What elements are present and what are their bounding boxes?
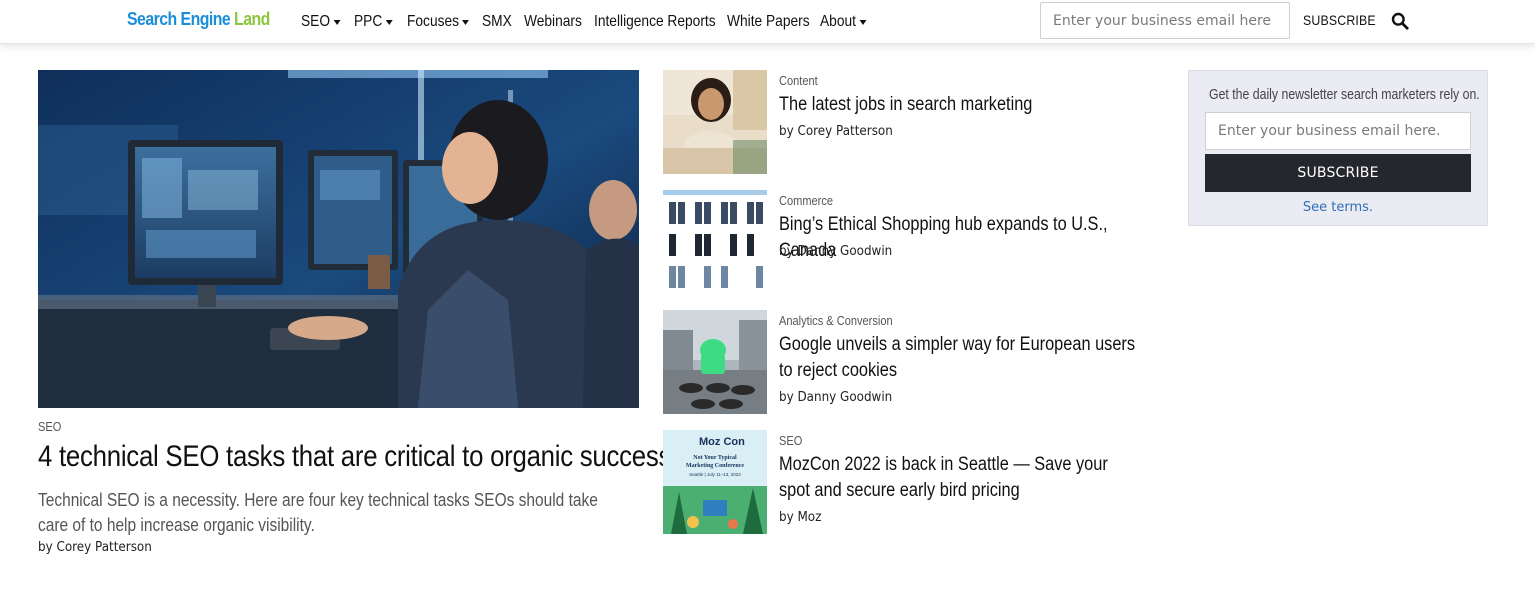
hero-category[interactable]: SEO — [38, 419, 61, 434]
article-title[interactable]: The latest jobs in search marketing — [779, 92, 1140, 118]
site-logo[interactable]: Search Engine Land — [127, 9, 270, 30]
search-icon[interactable] — [1391, 12, 1409, 30]
thumb-android-statue — [663, 310, 767, 414]
thumb-shopping-grid — [663, 190, 767, 294]
nav-label: PPC — [354, 13, 383, 30]
hero-title[interactable]: 4 technical SEO tasks that are critical … — [38, 440, 671, 474]
nav-item-focuses[interactable]: Focuses — [407, 13, 472, 31]
article-byline: by Danny Goodwin — [779, 244, 893, 259]
header-email-input[interactable] — [1040, 2, 1290, 39]
newsletter-subscribe-button[interactable]: SUBSCRIBE — [1205, 154, 1471, 192]
mozcon-logo-text: Moz Con — [699, 436, 745, 448]
nav-label: About — [820, 13, 856, 30]
article-category[interactable]: Commerce — [779, 193, 833, 208]
article-item: Analytics & Conversion Google unveils a … — [663, 310, 1163, 414]
see-terms-link[interactable]: See terms. — [1189, 200, 1487, 215]
article-category[interactable]: Content — [779, 73, 818, 88]
mozcon-tagline-2: Marketing Conference — [686, 463, 744, 469]
thumb-photo-woman — [663, 70, 767, 174]
article-byline: by Moz — [779, 510, 822, 525]
article-item: Content The latest jobs in search market… — [663, 70, 1163, 174]
article-title[interactable]: MozCon 2022 is back in Seattle — Save yo… — [779, 452, 1140, 504]
site-header: Search Engine Land SEO PPC Focuses SMX W… — [0, 0, 1535, 44]
newsletter-email-input[interactable] — [1205, 112, 1471, 150]
main-nav: SEO PPC Focuses SMX Webinars Intelligenc… — [301, 0, 880, 44]
hero-photo-office-illustration — [38, 70, 639, 408]
article-title[interactable]: Google unveils a simpler way for Europea… — [779, 332, 1140, 384]
article-thumbnail[interactable] — [663, 190, 767, 294]
nav-item-about[interactable]: About — [820, 13, 872, 31]
caret-down-icon — [462, 20, 470, 25]
header-subscribe-button[interactable]: SUBSCRIBE — [1303, 12, 1376, 28]
article-thumbnail[interactable] — [663, 70, 767, 174]
article-byline: by Danny Goodwin — [779, 390, 893, 405]
nav-label: White Papers — [727, 13, 810, 30]
logo-text-primary: Search Engine — [127, 9, 235, 29]
nav-label: Focuses — [407, 13, 460, 30]
nav-item-ppc[interactable]: PPC — [354, 13, 400, 31]
hero-image[interactable] — [38, 70, 639, 408]
nav-label: Webinars — [524, 13, 582, 30]
article-byline: by Corey Patterson — [779, 124, 893, 139]
hero-description: Technical SEO is a necessity. Here are f… — [38, 490, 598, 535]
nav-label: SEO — [301, 13, 331, 30]
nav-label: Intelligence Reports — [594, 13, 716, 30]
hero-byline: by Corey Patterson — [38, 540, 152, 555]
mozcon-tagline-1: Not Your Typical — [693, 455, 737, 461]
article-thumbnail[interactable]: Moz Con Not Your Typical Marketing Confe… — [663, 430, 767, 534]
caret-down-icon — [385, 20, 393, 25]
article-category[interactable]: SEO — [779, 433, 802, 448]
article-item: Commerce Bing’s Ethical Shopping hub exp… — [663, 190, 1163, 294]
nav-item-seo[interactable]: SEO — [301, 13, 347, 31]
thumb-mozcon-banner: Moz Con Not Your Typical Marketing Confe… — [663, 430, 767, 534]
nav-item-smx[interactable]: SMX — [482, 13, 518, 31]
newsletter-text: Get the daily newsletter search marketer… — [1209, 86, 1480, 103]
nav-item-white-papers[interactable]: White Papers — [727, 13, 810, 31]
article-thumbnail[interactable] — [663, 310, 767, 414]
nav-item-webinars[interactable]: Webinars — [524, 13, 584, 31]
caret-down-icon — [859, 20, 867, 25]
nav-item-intelligence-reports[interactable]: Intelligence Reports — [594, 13, 716, 31]
newsletter-box: Get the daily newsletter search marketer… — [1188, 70, 1488, 226]
article-item: Moz Con Not Your Typical Marketing Confe… — [663, 430, 1163, 534]
mozcon-dates: Seattle | July 11–13, 2022 — [689, 472, 741, 477]
logo-text-accent: Land — [234, 9, 270, 29]
article-category[interactable]: Analytics & Conversion — [779, 313, 893, 328]
caret-down-icon — [333, 20, 341, 25]
nav-label: SMX — [482, 13, 512, 30]
